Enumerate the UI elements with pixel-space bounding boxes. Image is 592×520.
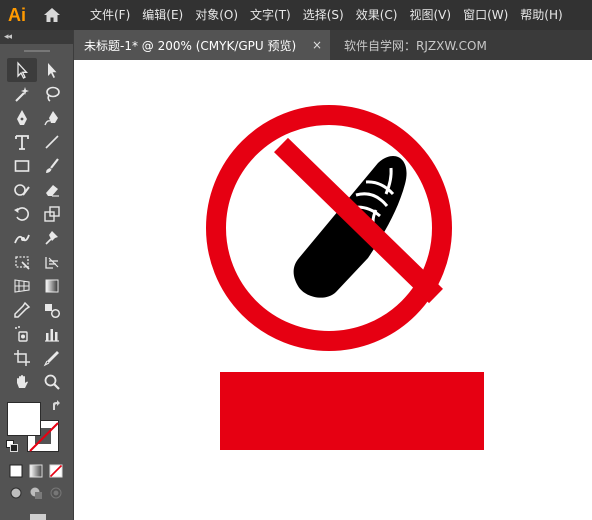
screen-mode-icon[interactable] [30, 514, 46, 520]
eyedropper-tool-icon[interactable] [7, 298, 37, 322]
tools-panel: ◂◂ [0, 30, 74, 520]
fill-stroke-control [0, 398, 73, 460]
selection-tool-icon[interactable] [7, 58, 37, 82]
draw-inside-icon[interactable] [46, 483, 66, 503]
slice-tool-icon[interactable] [37, 346, 67, 370]
symbol-sprayer-tool-icon[interactable] [7, 322, 37, 346]
fill-swatch[interactable] [7, 402, 41, 436]
column-graph-tool-icon[interactable] [37, 322, 67, 346]
zoom-tool-icon[interactable] [37, 370, 67, 394]
pin-tool-icon[interactable] [37, 226, 67, 250]
artboard-canvas[interactable] [74, 60, 592, 520]
tab-document-inactive[interactable]: 软件自学网：RJZXW.COM [330, 30, 495, 60]
no-slippers-sign-artwork [206, 105, 484, 450]
scale-tool-icon[interactable] [37, 202, 67, 226]
hand-tool-icon[interactable] [7, 370, 37, 394]
menu-view[interactable]: 视图(V) [403, 0, 457, 30]
menu-effect[interactable]: 效果(C) [350, 0, 404, 30]
close-icon[interactable]: × [312, 38, 322, 52]
pen-tool-icon[interactable] [7, 106, 37, 130]
sign-banner [220, 372, 484, 450]
toolbar-collapse-icon[interactable]: ◂◂ [0, 30, 73, 44]
tab-title: 未标题-1* @ 200% (CMYK/GPU 预览) [84, 38, 297, 53]
line-segment-tool-icon[interactable] [37, 130, 67, 154]
none-mode-icon[interactable] [46, 461, 66, 481]
gradient-tool-icon[interactable] [37, 274, 67, 298]
rotate-tool-icon[interactable] [7, 202, 37, 226]
curvature-tool-icon[interactable] [37, 106, 67, 130]
artboard-tool-icon[interactable] [7, 346, 37, 370]
eraser-tool-icon[interactable] [37, 178, 67, 202]
blend-tool-icon[interactable] [37, 298, 67, 322]
menu-file[interactable]: 文件(F) [84, 0, 136, 30]
type-tool-icon[interactable] [7, 130, 37, 154]
default-fill-stroke-icon[interactable] [6, 440, 18, 452]
menu-window[interactable]: 窗口(W) [457, 0, 514, 30]
gradient-mode-icon[interactable] [26, 461, 46, 481]
menu-type[interactable]: 文字(T) [244, 0, 297, 30]
paintbrush-tool-icon[interactable] [37, 154, 67, 178]
perspective-grid-tool-icon[interactable] [7, 274, 37, 298]
color-mode-icon[interactable] [6, 461, 26, 481]
color-mode-row [6, 460, 73, 482]
menu-list: 文件(F) 编辑(E) 对象(O) 文字(T) 选择(S) 效果(C) 视图(V… [84, 0, 569, 30]
magic-wand-tool-icon[interactable] [7, 82, 37, 106]
draw-mode-row [6, 482, 73, 504]
puppet-warp-tool-icon[interactable] [7, 226, 37, 250]
toolbar-grip[interactable] [0, 44, 73, 58]
app-logo: Ai [8, 4, 26, 25]
document-tab-bar: 未标题-1* @ 200% (CMYK/GPU 预览) × 软件自学网：RJZX… [74, 30, 592, 60]
lasso-tool-icon[interactable] [37, 82, 67, 106]
menu-select[interactable]: 选择(S) [297, 0, 350, 30]
shaper-tool-icon[interactable] [7, 178, 37, 202]
menu-object[interactable]: 对象(O) [189, 0, 244, 30]
draw-behind-icon[interactable] [26, 483, 46, 503]
free-transform-tool-icon[interactable] [7, 250, 37, 274]
swap-fill-stroke-icon[interactable] [51, 400, 63, 412]
tab-document-active[interactable]: 未标题-1* @ 200% (CMYK/GPU 预览) × [74, 30, 330, 60]
rectangle-tool-icon[interactable] [7, 154, 37, 178]
menu-edit[interactable]: 编辑(E) [136, 0, 189, 30]
draw-normal-icon[interactable] [6, 483, 26, 503]
tab-title: 软件自学网：RJZXW.COM [344, 38, 487, 53]
menu-bar: Ai 文件(F) 编辑(E) 对象(O) 文字(T) 选择(S) 效果(C) 视… [0, 0, 592, 30]
home-icon[interactable] [34, 0, 70, 30]
direct-selection-tool-icon[interactable] [37, 58, 67, 82]
shape-builder-tool-icon[interactable] [37, 250, 67, 274]
menu-help[interactable]: 帮助(H) [514, 0, 568, 30]
